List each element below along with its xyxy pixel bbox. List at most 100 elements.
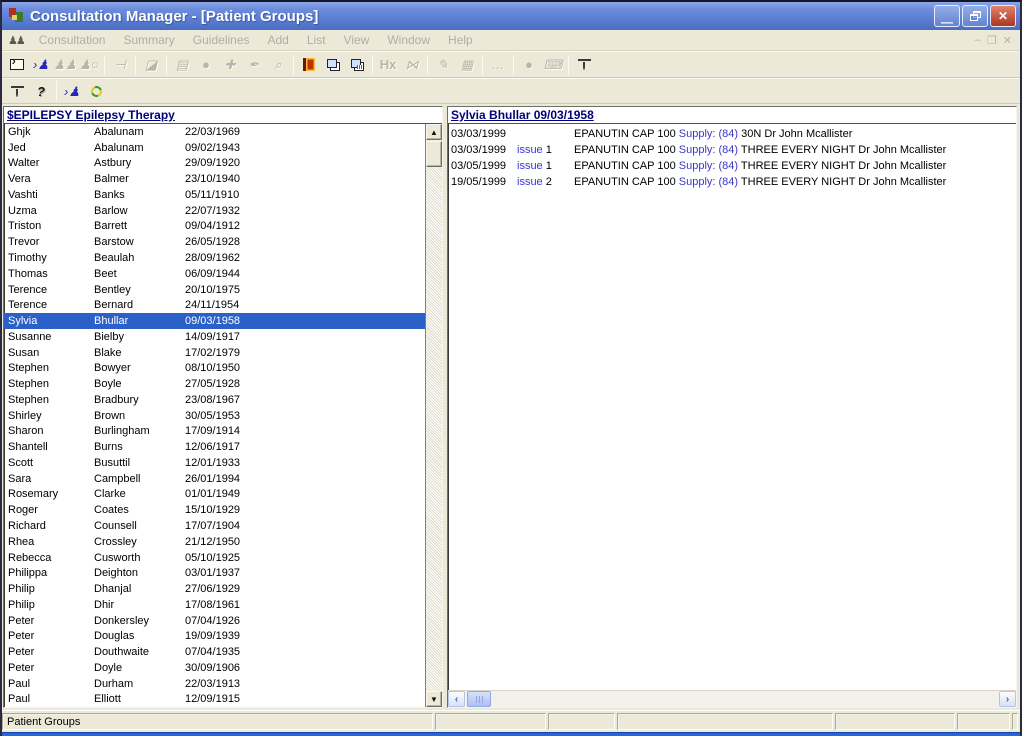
scroll-down-icon[interactable]: ▼ [426, 691, 442, 707]
select-window-button[interactable] [5, 54, 29, 76]
patient-row[interactable]: SharonBurlingham17/09/1914 [4, 424, 425, 440]
find-patient-button[interactable]: ♟○ [77, 54, 101, 76]
scroll-left-icon[interactable]: ‹ [448, 691, 465, 707]
scroll-thumb[interactable] [426, 141, 442, 167]
patient-row[interactable]: SaraCampbell26/01/1994 [4, 471, 425, 487]
refresh-button[interactable] [84, 80, 108, 102]
patient-dob: 21/12/1950 [185, 536, 425, 548]
bowtie-link-button[interactable]: ⋈ [400, 54, 424, 76]
patient-row[interactable]: ShantellBurns12/06/1917 [4, 439, 425, 455]
patient-row[interactable]: WalterAstbury29/09/1920 [4, 156, 425, 172]
patient-row[interactable]: VeraBalmer23/10/1940 [4, 171, 425, 187]
patient-row[interactable]: VashtiBanks05/11/1910 [4, 187, 425, 203]
consultation-chair-button[interactable]: ⊣ [108, 54, 132, 76]
patient-row[interactable]: RogerCoates15/10/1929 [4, 502, 425, 518]
ellipsis-button[interactable]: … [486, 54, 510, 76]
window-stack-button[interactable] [321, 54, 345, 76]
patient-first-name: Sylvia [4, 315, 94, 327]
filter-funnel-button[interactable] [572, 54, 596, 76]
scroll-right-icon[interactable]: › [999, 691, 1016, 707]
patient-row[interactable]: RosemaryClarke01/01/1949 [4, 487, 425, 503]
help-button[interactable]: ? [29, 80, 53, 102]
patient-row[interactable]: UzmaBarlow22/07/1932 [4, 203, 425, 219]
patient-row[interactable]: PeterDoyle30/09/1906 [4, 660, 425, 676]
patient-row[interactable]: PaulDurham22/03/1913 [4, 676, 425, 692]
patient-list-scrollbar[interactable]: ▲ ▼ [425, 124, 442, 707]
scroll-track[interactable] [426, 167, 442, 691]
patient-row[interactable]: PeterDonkersley07/04/1926 [4, 613, 425, 629]
patient-first-name: Shantell [4, 441, 94, 453]
menu-consultation[interactable]: Consultation [30, 31, 115, 49]
menu-list[interactable]: List [298, 31, 335, 49]
next-patient-icon: ›♟ [33, 58, 49, 71]
patient-row[interactable]: ScottBusuttil12/01/1933 [4, 455, 425, 471]
red-book-button[interactable] [297, 54, 321, 76]
patient-row[interactable]: PeterDouthwaite07/04/1935 [4, 644, 425, 660]
patient-row[interactable]: TerenceBentley20/10/1975 [4, 282, 425, 298]
mdi-minimize-icon[interactable]: ‒ [975, 34, 981, 47]
notepad-button[interactable]: ▦ [455, 54, 479, 76]
patient-row[interactable]: PeterDouglas19/09/1939 [4, 629, 425, 645]
patient-row[interactable]: GhjkAbalunam22/03/1969 [4, 124, 425, 140]
menu-view[interactable]: View [335, 31, 379, 49]
menu-guidelines[interactable]: Guidelines [184, 31, 259, 49]
prescription-row[interactable]: 03/03/1999 EPANUTIN CAP 100 Supply: (84)… [448, 126, 1016, 142]
journal-book-button[interactable]: ▤ [170, 54, 194, 76]
menu-add[interactable]: Add [259, 31, 298, 49]
mdi-close-icon[interactable]: ✕ [1003, 34, 1012, 47]
keyboard-button[interactable]: ⌨ [541, 54, 565, 76]
patient-dob: 22/03/1969 [185, 126, 425, 138]
scroll-up-icon[interactable]: ▲ [426, 124, 442, 140]
patient-row[interactable]: SusanneBielby14/09/1917 [4, 329, 425, 345]
prescription-row[interactable]: 19/05/1999issue 2EPANUTIN CAP 100 Supply… [448, 174, 1016, 190]
restore-button[interactable] [962, 5, 988, 27]
patient-row[interactable]: TristonBarrett09/04/1912 [4, 219, 425, 235]
pencil-button[interactable]: ✎ [431, 54, 455, 76]
patient-row[interactable]: StephenBowyer08/10/1950 [4, 360, 425, 376]
filter-funnel-button[interactable] [5, 80, 29, 102]
search-magnifier-button[interactable]: ⌕ [266, 54, 290, 76]
patient-row[interactable]: StephenBoyle27/05/1928 [4, 376, 425, 392]
eraser-button[interactable]: ◪ [139, 54, 163, 76]
patient-row[interactable]: JedAbalunam09/02/1943 [4, 140, 425, 156]
hscroll-thumb[interactable] [467, 691, 491, 707]
menu-summary[interactable]: Summary [114, 31, 183, 49]
record-hscrollbar[interactable]: ‹ › [448, 690, 1016, 707]
patient-row[interactable]: StephenBradbury23/08/1967 [4, 392, 425, 408]
patient-row[interactable]: ShirleyBrown30/05/1953 [4, 408, 425, 424]
history-hx-button[interactable]: Hx [376, 54, 400, 76]
apple-button[interactable]: ● [194, 54, 218, 76]
status-cell [548, 713, 615, 730]
patient-row[interactable]: SylviaBhullar09/03/1958 [4, 313, 425, 329]
select-window-icon [10, 59, 24, 70]
minimize-button[interactable]: — [934, 5, 960, 27]
prescription-row[interactable]: 03/03/1999issue 1EPANUTIN CAP 100 Supply… [448, 142, 1016, 158]
next-patient-button[interactable]: ›♟ [29, 54, 53, 76]
menu-window[interactable]: Window [378, 31, 439, 49]
app-window: Consultation Manager - [Patient Groups] … [0, 0, 1022, 736]
patient-row[interactable]: PhilippaDeighton03/01/1937 [4, 565, 425, 581]
next-patient-button[interactable]: ›♟ [60, 80, 84, 102]
patient-group-button[interactable]: ♟♟ [53, 54, 77, 76]
window-stack-grid-button[interactable] [345, 54, 369, 76]
patient-row[interactable]: PhilipDhanjal27/06/1929 [4, 581, 425, 597]
mdi-restore-icon[interactable]: ❐ [987, 34, 997, 47]
patient-row[interactable]: RheaCrossley21/12/1950 [4, 534, 425, 550]
quill-pen-button[interactable]: ✒ [242, 54, 266, 76]
hscroll-track[interactable] [491, 691, 999, 707]
patient-row[interactable]: TimothyBeaulah28/09/1962 [4, 250, 425, 266]
patient-first-name: Sara [4, 473, 94, 485]
close-button[interactable]: ✕ [990, 5, 1016, 27]
add-item-button[interactable]: ✚ [218, 54, 242, 76]
patient-row[interactable]: RebeccaCusworth05/10/1925 [4, 550, 425, 566]
patient-row[interactable]: TerenceBernard24/11/1954 [4, 297, 425, 313]
patient-row[interactable]: RichardCounsell17/07/1904 [4, 518, 425, 534]
prescription-row[interactable]: 03/05/1999issue 1EPANUTIN CAP 100 Supply… [448, 158, 1016, 174]
menu-help[interactable]: Help [439, 31, 482, 49]
patient-row[interactable]: PhilipDhir17/08/1961 [4, 597, 425, 613]
patient-row[interactable]: TrevorBarstow26/05/1928 [4, 234, 425, 250]
patient-row[interactable]: SusanBlake17/02/1979 [4, 345, 425, 361]
circle-button[interactable]: ● [517, 54, 541, 76]
patient-row[interactable]: PaulElliott12/09/1915 [4, 692, 425, 707]
patient-row[interactable]: ThomasBeet06/09/1944 [4, 266, 425, 282]
